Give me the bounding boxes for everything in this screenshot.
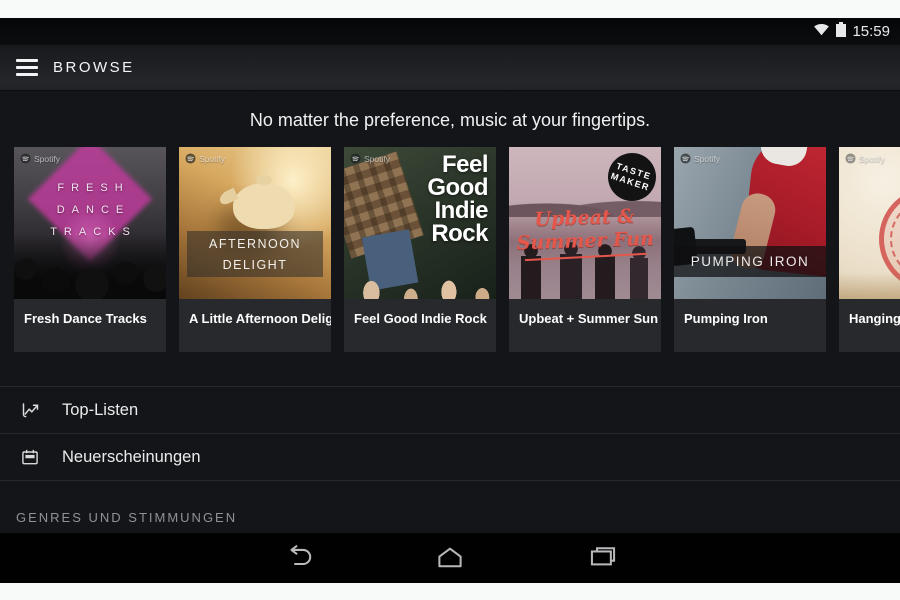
playlist-title: Upbeat + Summer Sun (509, 299, 661, 352)
app-screen: 15:59 BROWSE No matter the preference, m… (0, 18, 900, 583)
playlist-card-hanging-out[interactable]: Spotify Hanging Out (839, 147, 900, 352)
hamburger-menu-icon[interactable] (16, 59, 38, 76)
playlist-cover-art: Spotify Feel Good Indie Rock (344, 147, 496, 299)
home-button[interactable] (430, 533, 470, 583)
playlist-title: Hanging Out (839, 299, 900, 352)
playlist-card-pumping-iron[interactable]: Spotify PUMPING IRON Pumping Iron (674, 147, 826, 352)
browse-headline: No matter the preference, music at your … (0, 110, 900, 131)
recents-button[interactable] (583, 533, 623, 583)
playlist-cover-art: Upbeat & Summer Fun TASTE MAKER (509, 147, 661, 299)
back-button[interactable] (278, 533, 318, 583)
playlist-title: Feel Good Indie Rock (344, 299, 496, 352)
spotify-logo-icon: Spotify (185, 153, 225, 164)
cover-overlay-text: PUMPING IRON (674, 246, 826, 277)
spotify-logo-icon: Spotify (680, 153, 720, 164)
playlist-cover-art: Spotify FRESH DANCE TRACKS (14, 147, 166, 299)
playlist-title: Fresh Dance Tracks (14, 299, 166, 352)
device-frame: 15:59 BROWSE No matter the preference, m… (0, 0, 900, 600)
playlist-card-row: Spotify FRESH DANCE TRACKS Fresh Dance T… (14, 147, 900, 352)
wifi-icon (813, 22, 830, 41)
list-item-label: Neuerscheinungen (62, 448, 201, 467)
back-icon (283, 544, 313, 572)
playlist-cover-art: Spotify PUMPING IRON (674, 147, 826, 299)
battery-icon (836, 22, 846, 42)
playlist-title: A Little Afternoon Delight (179, 299, 331, 352)
playlist-card-feel-good-indie-rock[interactable]: Spotify Feel Good Indie Rock Feel Good I… (344, 147, 496, 352)
status-time: 15:59 (852, 23, 890, 40)
browse-link-list: Top-Listen Neuerscheinungen (0, 386, 900, 481)
playlist-card-fresh-dance-tracks[interactable]: Spotify FRESH DANCE TRACKS Fresh Dance T… (14, 147, 166, 352)
cover-overlay-text: AFTERNOON DELIGHT (187, 231, 323, 277)
spotify-logo-icon: Spotify (20, 153, 60, 164)
browse-content: No matter the preference, music at your … (0, 91, 900, 533)
recents-icon (589, 545, 617, 572)
cover-overlay-text: Feel Good Indie Rock (427, 153, 488, 245)
playlist-title: Pumping Iron (674, 299, 826, 352)
spotify-logo-icon: Spotify (845, 153, 885, 164)
crowd-silhouette-graphic (14, 235, 166, 299)
list-item-label: Top-Listen (62, 401, 138, 420)
list-item-top-listen[interactable]: Top-Listen (0, 386, 900, 433)
spotify-logo-icon: Spotify (350, 153, 390, 164)
calendar-icon (20, 447, 44, 467)
cover-overlay-text: Upbeat & Summer Fun (509, 204, 661, 260)
section-header-genres: GENRES UND STIMMUNGEN (16, 510, 237, 525)
playlist-card-upbeat-summer-sun[interactable]: Upbeat & Summer Fun TASTE MAKER Upbeat +… (509, 147, 661, 352)
trending-chart-icon (20, 400, 44, 421)
cover-overlay-text: FRESH DANCE TRACKS (14, 177, 166, 243)
android-nav-bar (0, 533, 900, 583)
teapot-graphic (233, 183, 295, 229)
status-bar: 15:59 (0, 18, 900, 45)
status-cluster: 15:59 (813, 18, 890, 45)
playlist-cover-art: Spotify (839, 147, 900, 299)
playlist-cover-art: Spotify AFTERNOON DELIGHT (179, 147, 331, 299)
playlist-card-afternoon-delight[interactable]: Spotify AFTERNOON DELIGHT A Little After… (179, 147, 331, 352)
app-bar: BROWSE (0, 45, 900, 91)
page-title: BROWSE (53, 59, 135, 76)
list-item-neuerscheinungen[interactable]: Neuerscheinungen (0, 433, 900, 480)
home-icon (436, 545, 464, 572)
